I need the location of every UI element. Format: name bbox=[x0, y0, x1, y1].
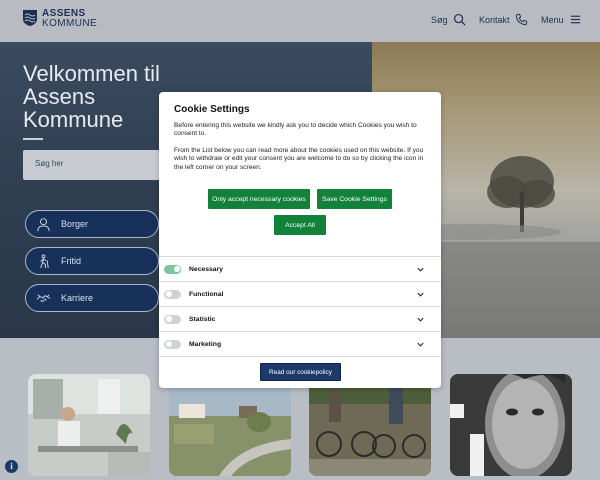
read-cookie-policy-button[interactable]: Read our cookiepolicy bbox=[260, 363, 341, 381]
chevron-down-icon[interactable] bbox=[416, 290, 425, 299]
chevron-down-icon[interactable] bbox=[416, 315, 425, 324]
cookie-intro-text: Before entering this website we kindly a… bbox=[174, 122, 417, 138]
accept-all-button[interactable]: Accept All bbox=[274, 215, 326, 235]
statistic-toggle[interactable] bbox=[164, 314, 181, 324]
necessary-label: Necessary bbox=[189, 265, 224, 273]
chevron-down-icon[interactable] bbox=[416, 265, 425, 274]
cookie-settings-dialog: Cookie Settings Before entering this web… bbox=[159, 92, 441, 388]
marketing-toggle[interactable] bbox=[164, 339, 181, 349]
functional-toggle[interactable] bbox=[164, 289, 181, 299]
cookie-category-functional[interactable]: Functional bbox=[159, 282, 441, 306]
statistic-label: Statistic bbox=[189, 315, 216, 323]
functional-label: Functional bbox=[189, 290, 224, 298]
cookie-category-necessary[interactable]: Necessary bbox=[159, 257, 441, 281]
cookie-category-statistic[interactable]: Statistic bbox=[159, 307, 441, 331]
marketing-label: Marketing bbox=[189, 340, 222, 348]
cookie-dialog-title: Cookie Settings bbox=[174, 104, 250, 115]
necessary-toggle[interactable] bbox=[164, 264, 181, 274]
cookie-category-marketing[interactable]: Marketing bbox=[159, 332, 441, 356]
accept-necessary-button[interactable]: Only accept necessary cookies bbox=[208, 189, 310, 209]
cookie-details-text: From the List below you can read more ab… bbox=[174, 147, 424, 171]
divider bbox=[159, 356, 441, 357]
chevron-down-icon[interactable] bbox=[416, 340, 425, 349]
save-cookie-settings-button[interactable]: Save Cookie Settings bbox=[317, 189, 392, 209]
